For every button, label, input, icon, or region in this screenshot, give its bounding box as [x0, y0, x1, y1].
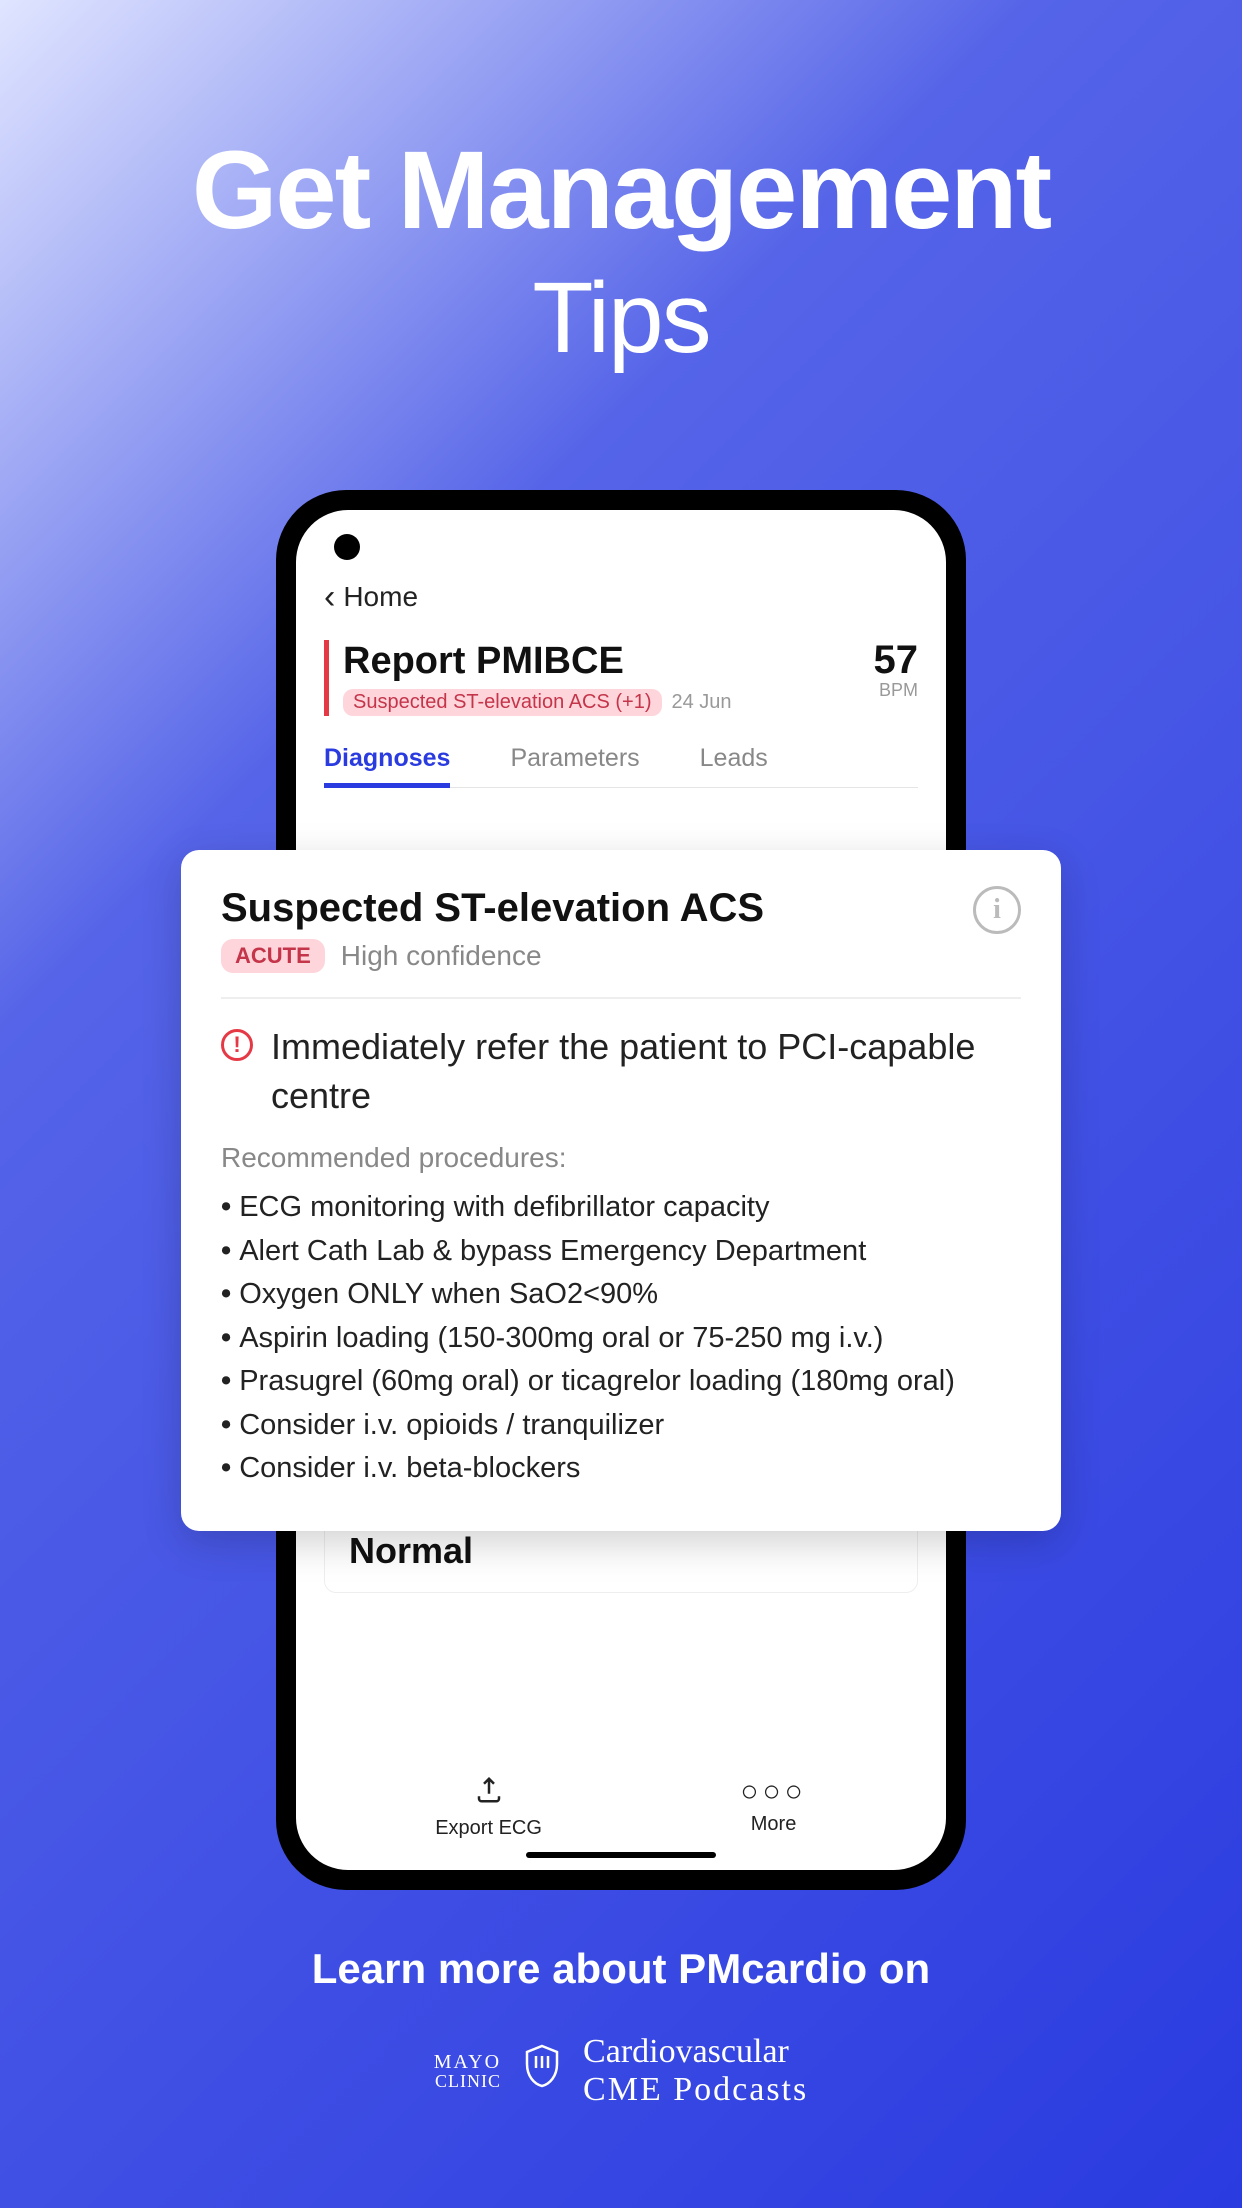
tab-diagnoses[interactable]: Diagnoses [324, 744, 450, 787]
bpm-label: BPM [874, 680, 919, 701]
more-icon: ○○○ [740, 1775, 806, 1809]
diagnosis-badge: Suspected ST-elevation ACS (+1) [343, 689, 662, 716]
procedure-item: Consider i.v. beta-blockers [221, 1447, 1021, 1491]
hero-title: Get Management [0, 130, 1242, 251]
brand-block: MAYO CLINIC Cardiovascular CME Podcasts [434, 2033, 808, 2108]
alert-row: ! Immediately refer the patient to PCI-c… [221, 1023, 1021, 1120]
procedure-item: Oxygen ONLY when SaO2<90% [221, 1273, 1021, 1317]
procedure-item: ECG monitoring with defibrillator capaci… [221, 1186, 1021, 1230]
footer-text: Learn more about PMcardio on [0, 1945, 1242, 1993]
report-header: Report PMIBCE Suspected ST-elevation ACS… [324, 640, 918, 716]
tab-leads[interactable]: Leads [700, 744, 768, 787]
export-label: Export ECG [435, 1817, 542, 1840]
chevron-left-icon: ‹ [324, 580, 335, 614]
export-icon [435, 1775, 542, 1813]
hero-subtitle: Tips [0, 261, 1242, 376]
procedure-item: Alert Cath Lab & bypass Emergency Depart… [221, 1230, 1021, 1274]
shield-icon [523, 2044, 561, 2097]
camera-dot [334, 534, 360, 560]
back-label: Home [343, 581, 418, 613]
bpm-display: 57 BPM [874, 640, 919, 701]
procedure-list: ECG monitoring with defibrillator capaci… [221, 1186, 1021, 1491]
info-icon[interactable]: i [973, 886, 1021, 934]
report-title: Report PMIBCE [343, 640, 874, 683]
divider [221, 997, 1021, 999]
procedure-item: Consider i.v. opioids / tranquilizer [221, 1404, 1021, 1448]
hero: Get Management Tips [0, 0, 1242, 376]
footer: Learn more about PMcardio on MAYO CLINIC… [0, 1945, 1242, 2108]
alert-text: Immediately refer the patient to PCI-cap… [271, 1023, 1021, 1120]
card-value: Normal [349, 1530, 893, 1572]
tab-bar: Diagnoses Parameters Leads [324, 744, 918, 788]
back-button[interactable]: ‹ Home [324, 580, 918, 614]
mayo-logo-text: MAYO CLINIC [434, 2052, 501, 2090]
confidence-label: High confidence [341, 940, 542, 972]
more-label: More [740, 1813, 806, 1836]
recommended-label: Recommended procedures: [221, 1142, 1021, 1174]
report-date: 24 Jun [672, 691, 732, 714]
procedure-item: Aspirin loading (150-300mg oral or 75-25… [221, 1317, 1021, 1361]
alert-icon: ! [221, 1029, 253, 1061]
procedure-item: Prasugrel (60mg oral) or ticagrelor load… [221, 1360, 1021, 1404]
bpm-value: 57 [874, 640, 919, 680]
export-button[interactable]: Export ECG [435, 1775, 542, 1840]
more-button[interactable]: ○○○ More [740, 1775, 806, 1840]
severity-badge: ACUTE [221, 939, 325, 973]
diagnosis-title: Suspected ST-elevation ACS [221, 886, 764, 931]
diagnosis-card: Suspected ST-elevation ACS ACUTE High co… [181, 850, 1061, 1531]
brand-text: Cardiovascular CME Podcasts [583, 2033, 808, 2108]
home-indicator [526, 1852, 716, 1858]
tab-parameters[interactable]: Parameters [510, 744, 639, 787]
